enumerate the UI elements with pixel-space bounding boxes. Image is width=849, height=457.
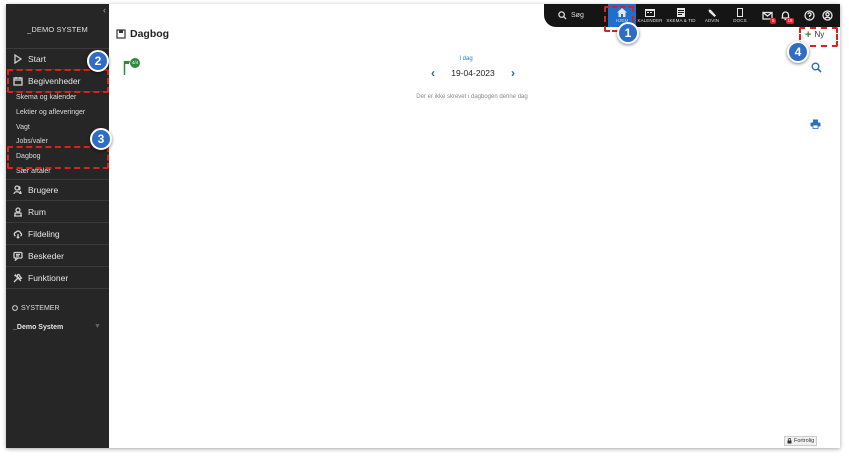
system-name[interactable]: _Demo System: [13, 324, 63, 331]
sidebar-item-label: Fildeling: [28, 228, 60, 239]
room-icon: [11, 206, 24, 217]
lock-icon: [787, 438, 792, 444]
date-navigator: ‹ 19-04-2023 ›: [428, 67, 518, 79]
sub-item-lektier[interactable]: Lektier og afleveringer: [16, 109, 85, 116]
sidebar-item-label: Start: [28, 54, 46, 64]
wrench-icon: [707, 8, 716, 17]
today-link[interactable]: I dag: [446, 56, 486, 62]
printer-icon: [810, 119, 821, 129]
page-title-text: Dagbog: [130, 28, 170, 40]
nav-calendar[interactable]: KALENDER: [636, 4, 664, 27]
step-marker-2: 2: [87, 50, 109, 72]
sub-item-skema[interactable]: Skema og kalender: [16, 94, 76, 101]
step-marker-4: 4: [787, 41, 809, 63]
nav-schedule-time[interactable]: SKEMA & TID: [664, 4, 698, 27]
systems-heading: SYSTEMER: [11, 304, 60, 312]
confidential-badge[interactable]: Fortrolig: [784, 436, 818, 446]
collapse-sidebar-button[interactable]: ‹: [103, 5, 106, 15]
confidential-label: Fortrolig: [794, 438, 815, 444]
search-icon: [558, 11, 567, 20]
search-button[interactable]: Søg: [558, 11, 608, 20]
app-window: ‹ _DEMO SYSTEM Start Begivenheder Skema …: [6, 4, 840, 448]
empty-state-message: Der er ikke skrevet i dagbogen denne dag: [416, 94, 528, 100]
calendar-icon: [645, 9, 655, 17]
previous-day-button[interactable]: ‹: [428, 67, 438, 79]
sub-item-jobs[interactable]: Jobs/valer: [16, 138, 48, 145]
help-button[interactable]: [800, 4, 818, 27]
systems-icon: [12, 305, 18, 311]
sidebar-item-funktioner[interactable]: Funktioner: [6, 267, 109, 289]
user-icon: [821, 10, 833, 21]
sidebar-item-fildeling[interactable]: Fildeling: [6, 223, 109, 245]
step-marker-3: 3: [90, 128, 112, 150]
search-label: Søg: [571, 12, 584, 19]
sidebar-item-beskeder[interactable]: Beskeder: [6, 245, 109, 267]
docs-icon: [737, 8, 743, 17]
tools-icon: [11, 273, 24, 283]
nav-docs[interactable]: DOCS: [726, 4, 754, 27]
sidebar-item-brugere[interactable]: Brugere: [6, 179, 109, 201]
play-icon: [11, 54, 24, 64]
flag-badge: 4/4: [131, 60, 139, 65]
highlight-begivenheder: [7, 69, 109, 93]
notifications-badge: 18: [785, 18, 794, 24]
nav-advin-label: ADVIN: [704, 18, 720, 23]
diary-icon: [116, 29, 126, 39]
brand-name: _DEMO SYSTEM: [27, 25, 88, 34]
sidebar-item-label: Brugere: [28, 185, 59, 195]
step-marker-1: 1: [617, 22, 639, 44]
sub-item-vagt[interactable]: Vagt: [16, 124, 30, 131]
flag-button[interactable]: 4/4: [123, 58, 143, 81]
highlight-dagbog: [7, 146, 109, 169]
print-button[interactable]: [810, 116, 821, 134]
nav-docs-label: DOCS: [733, 18, 747, 23]
next-day-button[interactable]: ›: [508, 67, 518, 79]
chat-icon: [11, 251, 24, 261]
sidebar-item-label: Funktioner: [28, 272, 69, 283]
help-icon: [803, 10, 815, 21]
schedule-icon: [677, 8, 685, 17]
notifications-button[interactable]: 18: [776, 4, 794, 27]
users-icon: [11, 185, 24, 195]
cloud-icon: [11, 229, 24, 239]
mail-button[interactable]: 5: [758, 4, 776, 27]
search-entries-button[interactable]: [811, 60, 822, 78]
top-navbar: Søg HJEM KALENDER SKEMA & TID ADVIN DOCS…: [544, 4, 840, 27]
systems-title: SYSTEMER: [21, 304, 60, 312]
sidebar-item-label: Rum: [28, 206, 46, 217]
sidebar-item-rum[interactable]: Rum: [6, 201, 109, 223]
system-dropdown-icon[interactable]: ▼: [94, 323, 101, 330]
nav-advin[interactable]: ADVIN: [698, 4, 726, 27]
nav-schedule-label: SKEMA & TID: [666, 18, 696, 23]
magnifier-icon: [811, 62, 822, 73]
user-menu-button[interactable]: [818, 4, 836, 27]
sidebar-item-label: Beskeder: [28, 250, 64, 261]
nav-calendar-label: KALENDER: [637, 18, 663, 23]
page-title: Dagbog: [116, 28, 169, 40]
current-date: 19-04-2023: [451, 68, 495, 78]
sub-item-saer-aftaler[interactable]: Sær aftaler: [16, 168, 51, 175]
